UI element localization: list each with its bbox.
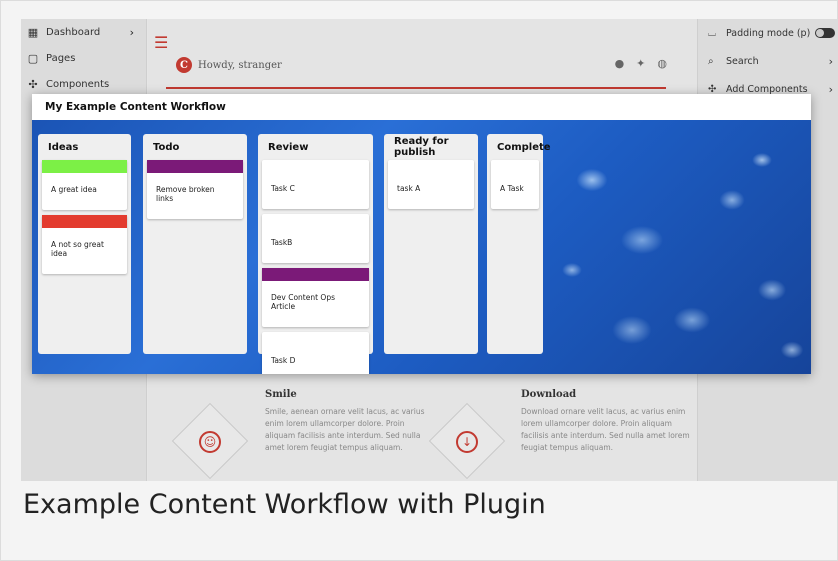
chevron-right-icon: › <box>828 82 833 96</box>
feature-text: Download ornare velit lacus, ac varius e… <box>521 407 690 452</box>
task-card[interactable]: A Task <box>491 160 539 209</box>
hamburger-icon[interactable]: ☰ <box>154 33 168 52</box>
sidebar-item-dashboard[interactable]: ▦ Dashboard › <box>21 19 146 45</box>
task-card[interactable]: Task D <box>262 332 369 374</box>
screenshot: ▦ Dashboard › ▢ Pages ✣ Components ☰ C H… <box>21 19 838 481</box>
task-label: TaskB <box>271 238 293 247</box>
task-label: task A <box>397 184 421 193</box>
grid-icon: ▦ <box>27 25 39 39</box>
task-color-bar <box>262 268 369 281</box>
puzzle-icon: ✣ <box>708 83 717 95</box>
feature-title: Smile <box>265 389 297 400</box>
sidebar-item-label: Add Components <box>726 83 808 95</box>
sidebar-item-label: Components <box>46 78 110 90</box>
task-card[interactable]: Task C <box>262 160 369 209</box>
puzzle-icon: ✣ <box>28 77 38 91</box>
task-color-bar <box>42 215 127 228</box>
chevron-right-icon: › <box>828 54 833 68</box>
task-card[interactable]: A great idea <box>42 160 127 210</box>
column-title: Complete <box>497 141 551 153</box>
sidebar-item-pages[interactable]: ▢ Pages <box>21 45 146 71</box>
column-ready-for-publish: Ready for publish task A <box>384 134 478 354</box>
task-label: Task C <box>271 184 295 193</box>
feature-text: Smile, aenean ornare velit lacus, ac var… <box>265 407 425 452</box>
download-icon: ↓ <box>456 431 478 453</box>
task-card[interactable]: Remove broken links <box>147 160 243 219</box>
task-color-bar <box>42 160 127 173</box>
task-label: Task D <box>271 356 296 365</box>
task-label: Dev Content Ops Article <box>271 293 335 311</box>
smile-icon: ☺ <box>199 431 221 453</box>
task-label: A great idea <box>51 185 97 194</box>
social-links: ● ✦ ◍ <box>615 57 667 70</box>
task-label: Remove broken links <box>156 185 215 203</box>
greeting-text: Howdy, stranger <box>198 59 282 71</box>
column-ideas: Ideas A great idea A not so great idea <box>38 134 131 354</box>
toggle-label: Padding mode (p) <box>726 27 811 39</box>
task-label: A Task <box>500 184 524 193</box>
figure-frame: ▦ Dashboard › ▢ Pages ✣ Components ☰ C H… <box>0 0 838 561</box>
modal-title: My Example Content Workflow <box>32 94 811 120</box>
task-card[interactable]: TaskB <box>262 214 369 263</box>
feature-download: Download Download ornare velit lacus, ac… <box>521 389 691 454</box>
task-card[interactable]: Dev Content Ops Article <box>262 268 369 327</box>
sidebar-item-label: Search <box>726 55 759 67</box>
sidebar-item-label: Pages <box>46 52 76 64</box>
sidebar-item-label: Dashboard <box>46 26 101 38</box>
logo-icon: C <box>176 57 192 73</box>
github-cat-icon[interactable]: ◍ <box>657 57 667 70</box>
padding-icon: ⌴ <box>708 27 716 39</box>
column-title: Ideas <box>48 141 79 153</box>
document-icon: ▢ <box>27 51 39 65</box>
kanban-board: Ideas A great idea A not so great idea T… <box>32 120 811 374</box>
column-title: Todo <box>153 141 180 153</box>
search-icon: ⌕ <box>708 55 714 67</box>
column-complete: Complete A Task <box>487 134 551 354</box>
column-review: Review Task C TaskB Dev Content Ops Arti… <box>258 134 373 374</box>
padding-mode-toggle[interactable]: ⌴ Padding mode (p) <box>698 19 838 47</box>
column-todo: Todo Remove broken links <box>143 134 247 354</box>
figure-caption: Example Content Workflow with Plugin <box>23 489 546 520</box>
toggle-switch[interactable] <box>815 28 835 38</box>
feature-smile: Smile Smile, aenean ornare velit lacus, … <box>265 389 435 454</box>
task-label: A not so great idea <box>51 240 104 258</box>
chevron-right-icon: › <box>129 25 134 39</box>
column-title: Ready for publish <box>394 136 449 158</box>
task-color-bar <box>147 160 243 173</box>
greeting: C Howdy, stranger <box>176 57 282 73</box>
divider <box>166 87 666 89</box>
twitter-icon[interactable]: ✦ <box>636 57 645 70</box>
task-card[interactable]: task A <box>388 160 474 209</box>
github-icon[interactable]: ● <box>615 57 625 70</box>
column-title: Review <box>268 141 309 153</box>
feature-title: Download <box>521 389 577 400</box>
workflow-modal: My Example Content Workflow Ideas A grea… <box>32 94 811 374</box>
sidebar-item-search[interactable]: ⌕ Search › <box>698 47 838 75</box>
task-card[interactable]: A not so great idea <box>42 215 127 274</box>
